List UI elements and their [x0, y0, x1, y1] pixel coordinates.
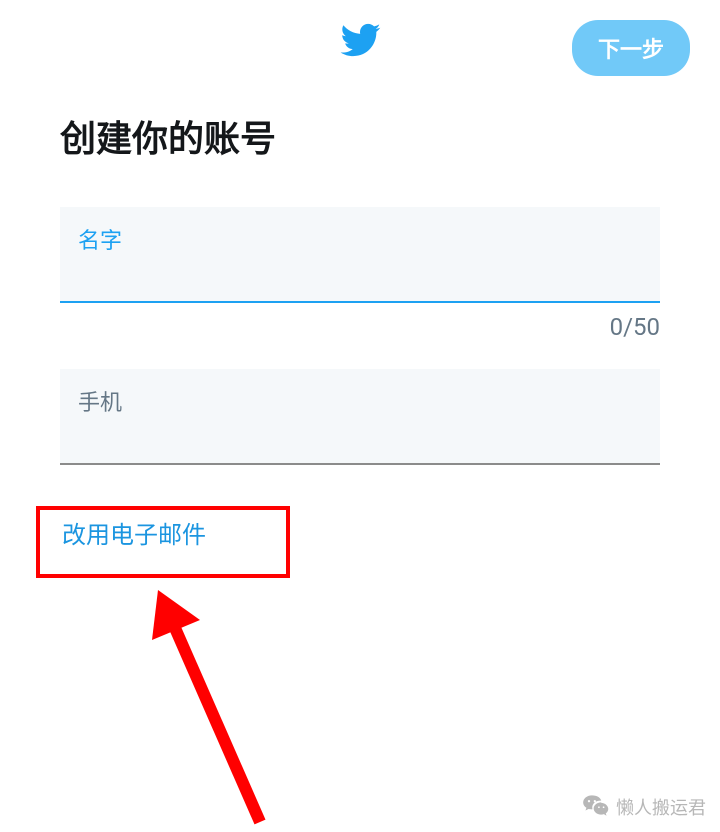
name-input-label: 名字 [78, 223, 642, 255]
page-title: 创建你的账号 [60, 110, 660, 162]
watermark: 懒人搬运君 [582, 793, 706, 821]
wechat-icon [582, 793, 610, 821]
counter-row: 0/50 [60, 313, 660, 341]
name-input[interactable]: 名字 [60, 207, 660, 303]
arrow-annotation-icon [130, 582, 310, 832]
content: 创建你的账号 名字 0/50 手机 改用电子邮件 [0, 80, 720, 556]
phone-input[interactable]: 手机 [60, 369, 660, 465]
next-button[interactable]: 下一步 [572, 20, 690, 76]
use-email-link[interactable]: 改用电子邮件 [60, 509, 208, 556]
header: 下一步 [0, 0, 720, 80]
name-counter: 0/50 [610, 313, 660, 341]
twitter-logo-icon [339, 19, 381, 61]
phone-input-label: 手机 [78, 385, 642, 417]
watermark-text: 懒人搬运君 [616, 794, 706, 820]
